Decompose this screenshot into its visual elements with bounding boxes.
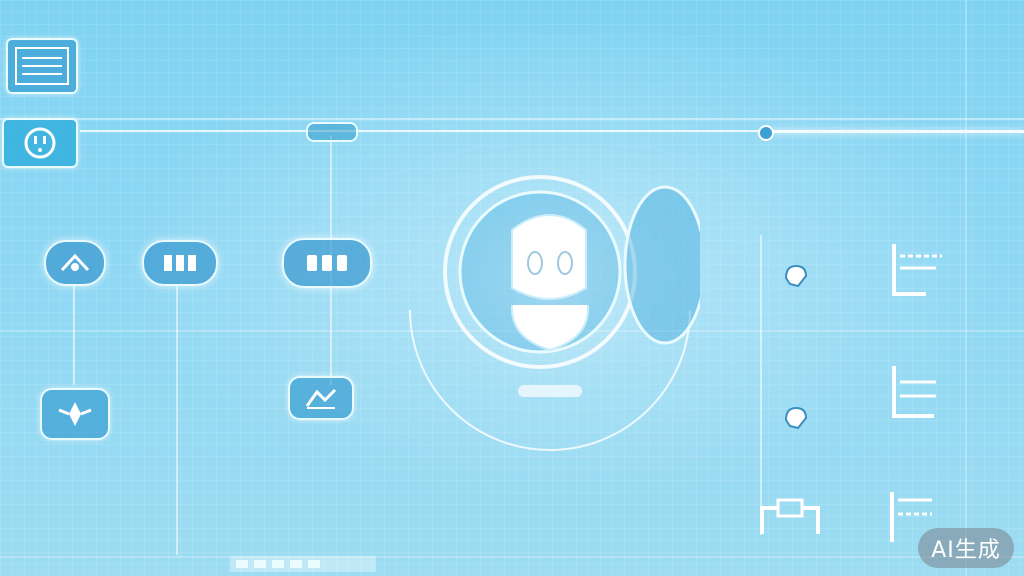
ai-generated-badge: AI生成 bbox=[918, 528, 1014, 568]
power-socket-panel[interactable] bbox=[2, 118, 78, 168]
menu-list-panel[interactable] bbox=[6, 38, 78, 94]
scan-line bbox=[0, 556, 1024, 558]
connector-line bbox=[760, 235, 762, 535]
connector-line bbox=[73, 285, 75, 385]
connector-dot bbox=[758, 125, 774, 141]
chat-bubble-icon bbox=[164, 255, 196, 271]
bracket-panel-2[interactable] bbox=[886, 360, 950, 422]
toolbar-slot bbox=[290, 560, 302, 568]
chat-bubble-1[interactable] bbox=[44, 240, 106, 286]
star-person-icon bbox=[58, 402, 92, 426]
robot-avatar-hub[interactable] bbox=[400, 160, 707, 460]
chat-bubble-3[interactable] bbox=[282, 238, 372, 288]
chat-bubble-icon bbox=[307, 255, 347, 271]
bracket-panel-1[interactable] bbox=[886, 238, 950, 300]
toolbar-slot bbox=[236, 560, 248, 568]
robot-avatar-icon bbox=[409, 170, 707, 451]
connector-line bbox=[176, 285, 178, 555]
bottom-toolbar bbox=[230, 556, 376, 572]
connector-line bbox=[80, 130, 770, 132]
chat-bubble-2[interactable] bbox=[142, 240, 218, 286]
hand-icon bbox=[784, 264, 808, 288]
toolbar-slot bbox=[272, 560, 284, 568]
hand-icon-2[interactable] bbox=[778, 400, 814, 436]
menu-list-icon bbox=[15, 47, 69, 85]
bracket-panel-icon bbox=[892, 366, 936, 418]
hand-icon bbox=[784, 406, 808, 430]
connector-line bbox=[965, 0, 967, 576]
bracket-panel-icon bbox=[760, 498, 820, 534]
connector-node bbox=[306, 122, 358, 142]
bracket-panel-4[interactable] bbox=[756, 494, 824, 544]
chat-bubble-icon bbox=[60, 253, 90, 272]
star-person-panel[interactable] bbox=[40, 388, 110, 440]
power-socket-icon bbox=[24, 127, 56, 159]
connector-line bbox=[770, 130, 1024, 133]
scan-line bbox=[0, 118, 1024, 120]
hand-icon-1[interactable] bbox=[778, 258, 814, 294]
chart-icon bbox=[305, 388, 337, 409]
chart-panel[interactable] bbox=[288, 376, 354, 420]
bracket-panel-icon bbox=[892, 244, 942, 296]
toolbar-slot bbox=[308, 560, 320, 568]
toolbar-slot bbox=[254, 560, 266, 568]
